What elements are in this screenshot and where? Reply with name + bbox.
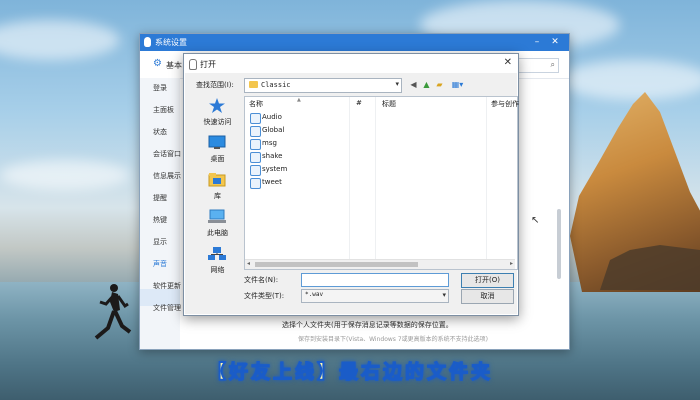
folder-icon [249,81,258,88]
chevron-down-icon: ▾ [395,80,399,88]
sidebar-item-status[interactable]: 状态 [153,127,167,137]
dialog-body: 查找范围(I): Classic ▾ ◀ ▲ ▰ ▦▾ 快速访问 桌面 库 此电… [185,73,539,314]
sidebar-item-sound[interactable]: 声音 [153,259,167,269]
folder-setting-hint: 保存到安装目录下(Vista、Windows 7或更高版本的系统不支持此选项) [298,336,488,343]
mouse-cursor-icon: ↖ [531,215,540,226]
place-label: 此电脑 [207,229,228,237]
look-in-value: Classic [261,81,291,89]
sort-arrow-icon: ▲ [297,97,301,103]
folder-icon [250,152,261,163]
sidebar-item-login[interactable]: 登录 [153,83,167,93]
close-icon[interactable]: ✕ [504,57,512,68]
close-icon[interactable]: ✕ [549,36,561,48]
file-list[interactable]: ▲ 名称 # 标题 参与创作 Audio Global msg shake sy… [244,96,539,270]
sidebar-item-info-display[interactable]: 信息展示 [153,171,181,181]
sidebar-item-reminder[interactable]: 提醒 [153,193,167,203]
folder-icon [250,178,261,189]
settings-title: 系统设置 [155,38,187,47]
look-in-dropdown[interactable]: Classic ▾ [244,78,402,93]
folder-name: system [262,165,288,173]
filename-label: 文件名(N): [244,276,279,284]
horizontal-scrollbar[interactable]: ◂ ▸ [245,259,515,269]
folder-setting-text: 选择个人文件夹(用于保存消息记录等数据的保存位置。 [282,321,453,329]
folder-name: Audio [262,113,282,121]
scroll-left-icon[interactable]: ◂ [247,260,250,267]
place-label: 桌面 [210,155,225,163]
place-network[interactable]: 网络 [193,244,242,278]
open-button[interactable]: 打开(O) [461,273,514,288]
up-folder-icon[interactable]: ▲ [421,79,432,90]
open-dialog: 打开 ✕ 查找范围(I): Classic ▾ ◀ ▲ ▰ ▦▾ 快速访问 桌面… [183,53,539,316]
places-bar: 快速访问 桌面 库 此电脑 网络 [193,96,242,279]
dialog-title-bar: 打开 ✕ [184,54,518,73]
settings-title-bar: 系统设置 – ✕ [140,34,569,51]
folder-name: tweet [262,178,282,186]
place-label: 库 [214,192,221,200]
folder-name: Global [262,126,285,134]
app-icon [189,59,197,70]
settings-sidebar: 登录 主面板 状态 会话窗口 信息展示 提醒 热键 显示 声音 软件更新 文件管… [140,78,181,349]
video-caption: 【好友上线】最右边的文件夹 [206,360,493,383]
search-icon: ⌕ [550,60,555,69]
view-menu-icon[interactable]: ▦▾ [449,79,466,90]
penguin-icon [144,37,151,47]
place-this-pc[interactable]: 此电脑 [193,207,242,241]
place-library[interactable]: 库 [193,170,242,204]
folder-name: shake [262,152,283,160]
place-desktop[interactable]: 桌面 [193,133,242,167]
filetype-dropdown[interactable]: *.wav ▾ [301,289,449,303]
look-in-label: 查找范围(I): [196,81,234,89]
library-icon [208,173,226,187]
sidebar-item-update[interactable]: 软件更新 [153,281,181,291]
place-label: 网络 [210,266,225,274]
column-name[interactable]: 名称 [249,99,263,109]
filename-input[interactable] [301,273,449,287]
sidebar-item-file-manage[interactable]: 文件管理 [153,303,181,313]
sidebar-item-display[interactable]: 显示 [153,237,167,247]
folder-icon [250,165,261,176]
star-icon [209,98,225,113]
scroll-right-icon[interactable]: ▸ [510,260,513,267]
new-folder-icon[interactable]: ▰ [434,79,445,90]
network-icon [208,247,226,260]
column-number[interactable]: # [356,99,362,107]
place-label: 快速访问 [203,118,232,126]
folder-name: msg [262,139,277,147]
dialog-title: 打开 [200,60,216,69]
sidebar-item-chat-window[interactable]: 会话窗口 [153,149,181,159]
column-contributors[interactable]: 参与创作 [491,99,519,109]
computer-icon [208,209,226,223]
folder-icon [250,139,261,150]
chevron-down-icon: ▾ [442,291,446,299]
filetype-label: 文件类型(T): [244,292,285,300]
column-title[interactable]: 标题 [382,99,396,109]
folder-icon [250,113,261,124]
sidebar-item-main-panel[interactable]: 主面板 [153,105,174,115]
sidebar-item-hotkey[interactable]: 热键 [153,215,167,225]
folder-icon [250,126,261,137]
place-quick-access[interactable]: 快速访问 [193,96,242,130]
runner-silhouette [94,284,132,340]
desktop-icon [208,135,226,149]
filetype-value: *.wav [305,291,324,298]
settings-scrollbar[interactable] [557,209,561,279]
scrollbar-thumb[interactable] [255,262,418,267]
gear-icon: ⚙ [153,58,162,69]
minimize-button[interactable]: – [531,36,543,48]
cancel-button[interactable]: 取消 [461,289,514,304]
settings-section-label: 基本 [166,61,182,70]
back-icon[interactable]: ◀ [408,79,419,90]
